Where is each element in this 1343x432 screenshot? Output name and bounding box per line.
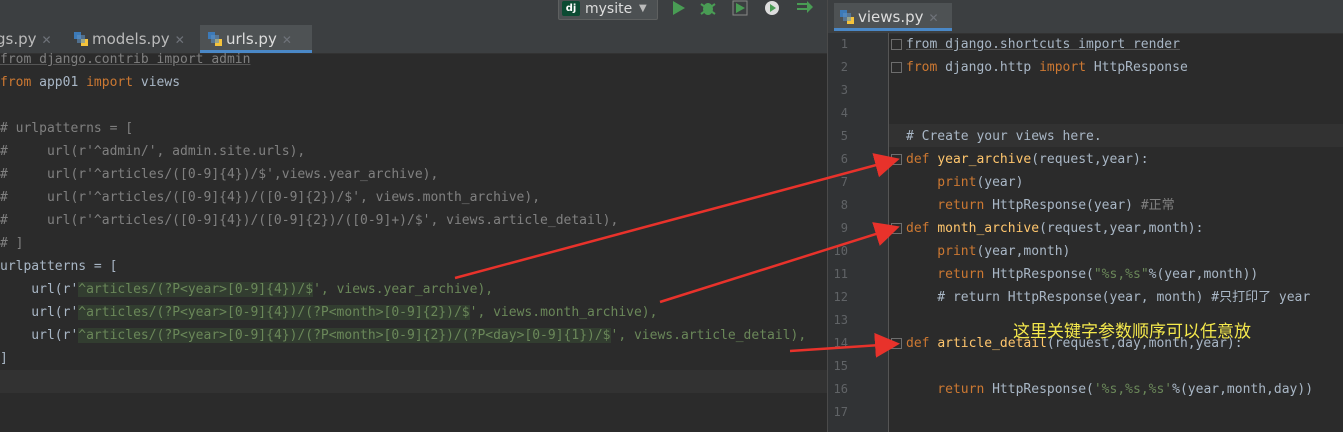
code-line: # return HttpResponse(year, month) #只打印了…: [906, 290, 1311, 305]
profile-icon[interactable]: [762, 0, 782, 18]
code-line: # ]: [0, 236, 24, 251]
line-number: 3: [840, 83, 848, 97]
code-line: url(r'^articles/(?P<year>[0-9]{4})/$', v…: [0, 282, 494, 297]
line-number: 1: [840, 37, 848, 51]
python-file-icon: [840, 10, 854, 24]
python-file-icon: [208, 32, 222, 46]
run-config-label: mysite: [585, 1, 633, 17]
code-line: ]: [0, 351, 8, 366]
line-number: 2: [840, 60, 848, 74]
code-line: # url(r'^articles/([0-9]{4})/$',views.ye…: [0, 167, 439, 182]
code-line: from django.http import HttpResponse: [906, 60, 1188, 75]
code-line: return HttpResponse('%s,%s,%s'%(year,mon…: [906, 382, 1314, 397]
django-icon: dj: [562, 1, 580, 16]
close-icon[interactable]: ✕: [929, 11, 939, 25]
line-number: 14: [833, 336, 848, 350]
line-number: 8: [840, 198, 848, 212]
fold-marker-icon[interactable]: [891, 338, 902, 349]
tab-label: urls.py: [226, 30, 277, 48]
line-number-gutter: 1 2 3 4 5 6 7 8 9 10 11 12 13 14 15 16 1…: [828, 33, 889, 432]
run-icon[interactable]: [668, 0, 688, 18]
tab-label: views.py: [858, 8, 924, 26]
debug-icon[interactable]: [698, 0, 718, 18]
line-number: 13: [833, 313, 848, 327]
main-toolbar: dj mysite ▼: [0, 0, 827, 25]
urls-editor-pane[interactable]: dj mysite ▼ gs.py ✕ models.py ✕ urls.py ✕ f…: [0, 0, 827, 432]
code-line: url(r'^articles/(?P<year>[0-9]{4})/(?P<m…: [0, 305, 658, 320]
code-line: print(year): [906, 175, 1024, 190]
code-line: print(year,month): [906, 244, 1071, 259]
line-number: 11: [833, 267, 848, 281]
coverage-icon[interactable]: [730, 0, 750, 18]
right-tab-bar: views.py ✕: [828, 0, 1343, 34]
line-number: 17: [833, 405, 848, 419]
code-line: return HttpResponse(year) #正常: [906, 198, 1175, 213]
code-line: # url(r'^articles/([0-9]{4})/([0-9]{2})/…: [0, 213, 619, 228]
views-code[interactable]: from django.shortcuts import render from…: [906, 33, 1343, 432]
code-line: url(r'^articles/(?P<year>[0-9]{4})/(?P<m…: [0, 328, 807, 343]
line-number: 15: [833, 359, 848, 373]
code-line: def year_archive(request,year):: [906, 152, 1149, 167]
urls-code[interactable]: from django.contrib import admin from ap…: [0, 52, 827, 394]
chevron-down-icon: ▼: [639, 3, 647, 14]
line-number: 16: [833, 382, 848, 396]
code-line: urlpatterns = [: [0, 259, 118, 274]
tab-views-py[interactable]: views.py ✕: [834, 3, 952, 31]
tab-label: models.py: [92, 30, 170, 48]
close-icon[interactable]: ✕: [282, 33, 292, 47]
current-line-highlight: [0, 370, 827, 393]
code-line: return HttpResponse("%s,%s"%(year,month)…: [906, 267, 1259, 282]
code-line: from app01 import views: [0, 75, 181, 90]
line-number: 10: [833, 244, 848, 258]
fold-marker-icon[interactable]: [891, 223, 902, 234]
tab-label: gs.py: [0, 30, 37, 48]
line-number: 5: [840, 129, 848, 143]
close-icon[interactable]: ✕: [42, 33, 52, 47]
views-editor-pane[interactable]: views.py ✕ 1 2 3 4 5 6 7 8 9 10 11 12 13 …: [827, 0, 1343, 432]
annotation-text: 这里关键字参数顺序可以任意放: [1013, 322, 1251, 342]
line-number: 9: [840, 221, 848, 235]
code-line: # urlpatterns = [: [0, 121, 134, 136]
run-config-select[interactable]: dj mysite ▼: [558, 0, 658, 20]
code-line: # Create your views here.: [906, 129, 1102, 144]
fold-marker-icon[interactable]: [891, 154, 902, 165]
python-file-icon: [74, 32, 88, 46]
code-line: # url(r'^admin/', admin.site.urls),: [0, 144, 306, 159]
line-number: 12: [833, 290, 848, 304]
stop-run-icon[interactable]: [794, 0, 814, 18]
line-number: 4: [840, 106, 848, 120]
code-line: from django.contrib import admin: [0, 52, 251, 67]
code-line: from django.shortcuts import render: [906, 37, 1180, 52]
code-line: def month_archive(request,year,month):: [906, 221, 1204, 236]
close-icon[interactable]: ✕: [175, 33, 185, 47]
fold-marker-icon[interactable]: [891, 39, 902, 50]
line-number: 6: [840, 152, 848, 166]
code-line: # url(r'^articles/([0-9]{4})/([0-9]{2})/…: [0, 190, 541, 205]
fold-marker-icon[interactable]: [891, 62, 902, 73]
line-number: 7: [840, 175, 848, 189]
